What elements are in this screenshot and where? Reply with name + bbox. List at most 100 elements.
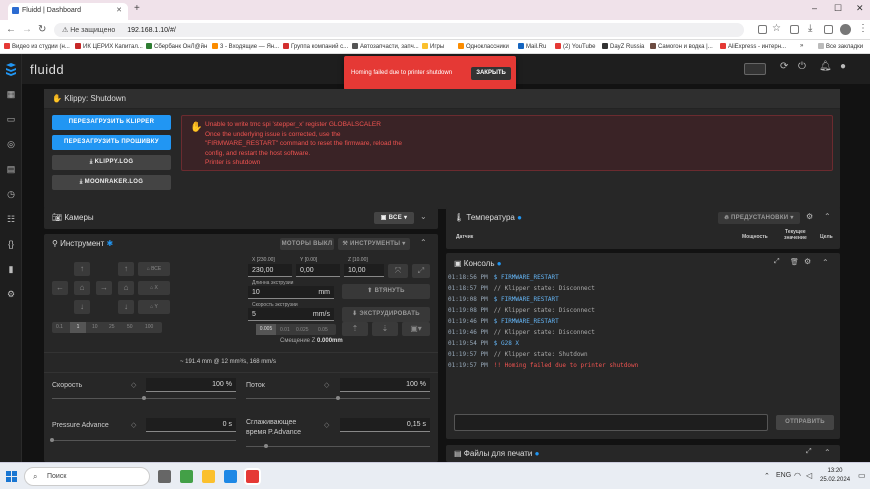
bookmark-item[interactable]: DayZ Russia [602, 43, 644, 50]
bookmark-item[interactable]: ИК ЦЕРИХ Капитал... [75, 43, 143, 50]
menu-dots-icon[interactable]: ⋮ [858, 23, 868, 34]
bookmark-item[interactable]: Игры [422, 43, 444, 50]
home-all-button[interactable]: ⌂ ВСЕ [138, 262, 170, 276]
flow-slider-knob[interactable] [336, 396, 340, 400]
pressure-advance-slider-knob[interactable] [50, 438, 54, 442]
settings-icon[interactable]: ⚙ [806, 212, 813, 221]
reset-speed-icon[interactable]: ◇ [131, 381, 136, 389]
save-z-offset-icon[interactable]: ▣▾ [402, 322, 430, 336]
bookmark-star-icon[interactable]: ☆ [772, 23, 781, 34]
upload-and-print-icon[interactable] [744, 63, 766, 75]
jog-x-left-icon[interactable]: ← [52, 281, 68, 295]
collapse-icon[interactable]: ⌃ [824, 212, 831, 221]
extrude-button[interactable]: ⬇ ЭКСТРУДИРОВАТЬ [342, 307, 430, 322]
user-icon[interactable]: ● [840, 61, 846, 72]
wifi-icon[interactable]: ◠ [794, 471, 801, 480]
all-bookmarks[interactable]: Все закладки [818, 43, 863, 50]
bookmark-item[interactable]: Группа компаний с... [283, 43, 348, 50]
minimize-icon[interactable]: – [812, 3, 817, 13]
step-option[interactable]: 50 [127, 324, 133, 330]
collapse-icon[interactable]: ⌃ [822, 258, 829, 267]
restart-firmware-button[interactable]: ПЕРЕЗАГРУЗИТЬ ПРОШИВКУ [52, 135, 171, 150]
step-option[interactable]: 25 [109, 324, 115, 330]
smooth-time-slider-knob[interactable] [264, 444, 268, 448]
x-position-field[interactable]: 230,00 [248, 264, 292, 277]
z-step-option-selected[interactable]: 0.005 [256, 324, 276, 335]
send-button[interactable]: ОТПРАВИТЬ [776, 415, 834, 430]
cameras-filter-button[interactable]: ▣ ВСЕ ▾ [374, 212, 414, 224]
expand-icon[interactable]: ⤢ [806, 448, 812, 456]
bookmark-item[interactable]: Видео из студии (н... [4, 43, 70, 50]
translate-icon[interactable] [758, 25, 767, 34]
history-icon[interactable]: ◷ [5, 188, 17, 200]
console-icon[interactable]: ▭ [5, 113, 17, 125]
bookmark-item[interactable]: Mail.Ru [518, 43, 546, 50]
jog-y-up-icon[interactable]: ↑ [74, 262, 90, 276]
pressure-advance-slider[interactable] [52, 440, 236, 441]
camera-icon[interactable]: ◎ [5, 138, 17, 150]
home-x-button[interactable]: ⌂ X [138, 281, 170, 295]
console-input[interactable] [454, 414, 768, 431]
step-option[interactable]: 0.1 [56, 324, 63, 330]
reset-flow-icon[interactable]: ◇ [324, 381, 329, 389]
maximize-icon[interactable]: ☐ [834, 3, 842, 14]
jog-z-down-icon[interactable]: ↓ [118, 300, 134, 314]
chrome-icon[interactable] [246, 470, 259, 483]
toast-close-button[interactable]: ЗАКРЫТЬ [471, 67, 511, 80]
notifications-icon[interactable]: ▭ [858, 471, 866, 480]
collapse-icon[interactable]: ⌄ [420, 212, 427, 221]
smooth-time-slider[interactable] [246, 446, 430, 447]
settings-icon[interactable]: ⚙ [5, 288, 17, 300]
clear-icon[interactable]: 🗑︎ [790, 258, 799, 266]
jog-z-up-icon[interactable]: ↑ [118, 262, 134, 276]
language-indicator[interactable]: ENG [776, 472, 791, 479]
bookmark-item[interactable]: Сбербанк ОнЛ@йн [146, 43, 207, 50]
extensions-icon[interactable] [790, 25, 799, 34]
bookmark-item[interactable]: (2) YouTube [555, 43, 595, 50]
settings-icon[interactable]: ⚙ [804, 257, 811, 266]
expand-icon[interactable]: ⤢ [412, 264, 430, 278]
macros-icon[interactable]: {} [5, 238, 17, 250]
power-icon[interactable]: ⏻ [798, 61, 806, 72]
refresh-icon[interactable]: ⟳ [780, 61, 788, 72]
system-icon[interactable]: ▮ [5, 263, 17, 275]
home-xy-icon[interactable]: ⌂ [74, 281, 90, 295]
url-input[interactable]: ⚠ Не защищено 192.168.1.10/#/ [54, 23, 744, 37]
browser-tab[interactable]: Fluidd | Dashboard ✕ [8, 3, 128, 20]
close-tab-icon[interactable]: ✕ [116, 6, 122, 14]
z-step-option[interactable]: 0.01 [280, 327, 290, 333]
step-option[interactable]: 10 [92, 324, 98, 330]
file-explorer-icon[interactable] [202, 470, 215, 483]
collapse-icon[interactable]: ⌃ [420, 238, 427, 247]
jobs-icon[interactable]: ▤ [5, 163, 17, 175]
extrude-length-field[interactable]: 10 mm [248, 286, 334, 299]
store-icon[interactable] [224, 470, 237, 483]
volume-icon[interactable]: ◁ [806, 471, 812, 480]
retract-button[interactable]: ⬆ ВТЯНУТЬ [342, 284, 430, 299]
absolute-move-icon[interactable]: ⤧ [388, 264, 408, 278]
speed-field[interactable]: 100 % [146, 378, 236, 392]
bookmark-item[interactable]: Автозапчасти, запч... [352, 43, 419, 50]
notifications-icon[interactable]: 🔔︎ [819, 61, 832, 72]
reset-pa-icon[interactable]: ◇ [131, 421, 136, 429]
collapse-icon[interactable]: ⌃ [824, 448, 831, 457]
tune-icon[interactable]: ☷ [5, 213, 17, 225]
tools-menu-button[interactable]: ⚒ ИНСТРУМЕНТЫ ▾ [338, 238, 410, 250]
bookmark-item[interactable]: AliExpress - интерн... [720, 43, 786, 50]
smooth-time-field[interactable]: 0,15 s [340, 418, 430, 432]
back-icon[interactable]: ← [6, 24, 16, 35]
extrude-speed-field[interactable]: 5 mm/s [248, 308, 334, 321]
bookmark-item[interactable]: Одноклассники [458, 43, 509, 50]
motors-off-button[interactable]: МОТОРЫ ВЫКЛ [280, 238, 334, 250]
pressure-advance-field[interactable]: 0 s [146, 418, 236, 432]
step-option[interactable]: 100 [145, 324, 153, 330]
close-window-icon[interactable]: ✕ [856, 3, 864, 14]
moonraker-log-button[interactable]: ⤓ MOONRAKER.LOG [52, 175, 171, 190]
bookmark-item[interactable]: Самогон и водка |... [650, 43, 713, 50]
z-position-field[interactable]: 10,00 [344, 264, 384, 277]
download-icon[interactable]: ⤓ [808, 23, 812, 34]
home-z-icon[interactable]: ⌂ [118, 281, 134, 295]
reset-smooth-icon[interactable]: ◇ [324, 421, 329, 429]
fluidd-logo-icon[interactable] [5, 62, 17, 76]
flow-field[interactable]: 100 % [340, 378, 430, 392]
